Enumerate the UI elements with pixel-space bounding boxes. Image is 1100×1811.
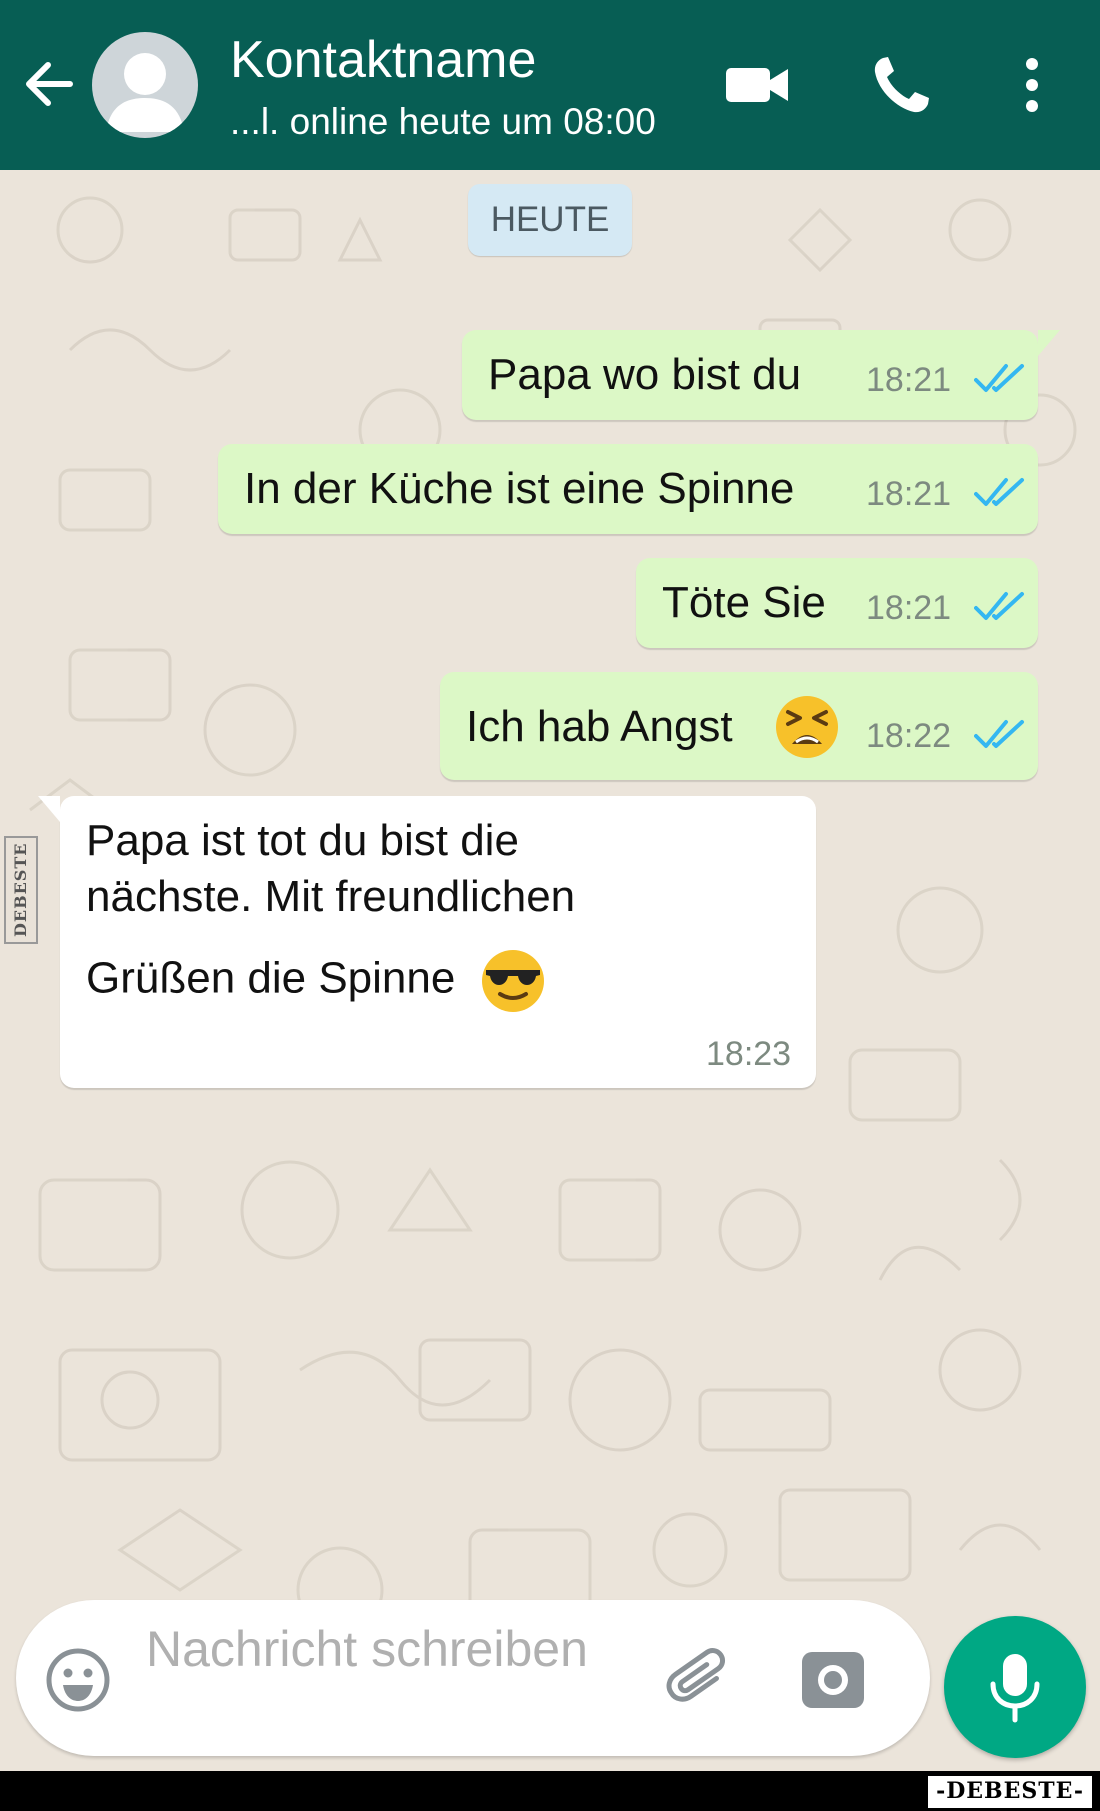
more-vertical-icon[interactable]	[1010, 52, 1054, 118]
message-line: nächste. Mit freundlichen	[86, 872, 576, 921]
attach-icon[interactable]	[664, 1642, 740, 1718]
message-line: Grüßen die Spinne	[86, 953, 456, 1003]
read-receipt-icon	[974, 364, 1024, 392]
message-input[interactable]	[146, 1618, 646, 1740]
message-text: In der Küche ist eine Spinne	[244, 464, 795, 513]
emoji-icon[interactable]	[44, 1646, 112, 1714]
message-line: Papa ist tot du bist die	[86, 816, 519, 865]
read-receipt-icon	[974, 592, 1024, 620]
camera-icon[interactable]	[796, 1642, 870, 1716]
message-time: 18:23	[706, 1035, 792, 1073]
bubble-tail	[38, 796, 60, 822]
read-receipt-icon	[974, 478, 1024, 506]
message-composer	[16, 1600, 930, 1756]
message-list[interactable]: HEUTE Papa wo bist du 18:21 In der Küche…	[0, 170, 1100, 1771]
message-time: 18:21	[866, 361, 952, 399]
outgoing-message[interactable]: Töte Sie 18:21	[636, 558, 1038, 648]
sunglasses-face-emoji	[481, 950, 544, 1012]
last-seen-status: ...l. online heute um 08:00	[230, 101, 656, 142]
message-text: Papa wo bist du	[488, 350, 802, 399]
avatar-placeholder-icon	[106, 53, 184, 132]
phone-icon[interactable]	[868, 52, 938, 118]
message-text: Papa ist tot du bist die nächste. Mit fr…	[86, 814, 786, 1012]
message-line-with-emoji: Grüßen die Spinne	[86, 948, 786, 1012]
video-call-icon[interactable]	[722, 52, 792, 118]
message-text: Töte Sie	[662, 578, 826, 627]
contact-avatar[interactable]	[92, 32, 198, 138]
outgoing-message[interactable]: Ich hab Angst 18:22	[440, 672, 1038, 780]
tired-face-emoji	[776, 696, 838, 758]
date-separator: HEUTE	[468, 184, 632, 256]
message-time: 18:21	[866, 475, 952, 513]
mic-icon	[990, 1654, 1040, 1723]
outgoing-message[interactable]: In der Küche ist eine Spinne 18:21	[218, 444, 1038, 534]
message-text: Ich hab Angst	[466, 702, 733, 751]
message-time: 18:22	[866, 717, 952, 755]
outgoing-message[interactable]: Papa wo bist du 18:21	[462, 330, 1060, 420]
bubble-tail	[1038, 330, 1060, 356]
side-watermark: DEBESTE	[4, 836, 38, 944]
contact-name[interactable]: Kontaktname	[230, 30, 536, 90]
incoming-message[interactable]: Papa ist tot du bist die nächste. Mit fr…	[38, 796, 816, 1088]
message-time: 18:21	[866, 589, 952, 627]
chat-header: Kontaktname ...l. online heute um 08:00	[0, 0, 1100, 170]
mic-button[interactable]	[944, 1616, 1086, 1758]
bottom-watermark: -DEBESTE-	[926, 1774, 1094, 1810]
whatsapp-chat-screen: Kontaktname ...l. online heute um 08:00	[0, 0, 1100, 1811]
back-arrow-icon[interactable]	[20, 55, 78, 113]
read-receipt-icon	[974, 720, 1024, 748]
